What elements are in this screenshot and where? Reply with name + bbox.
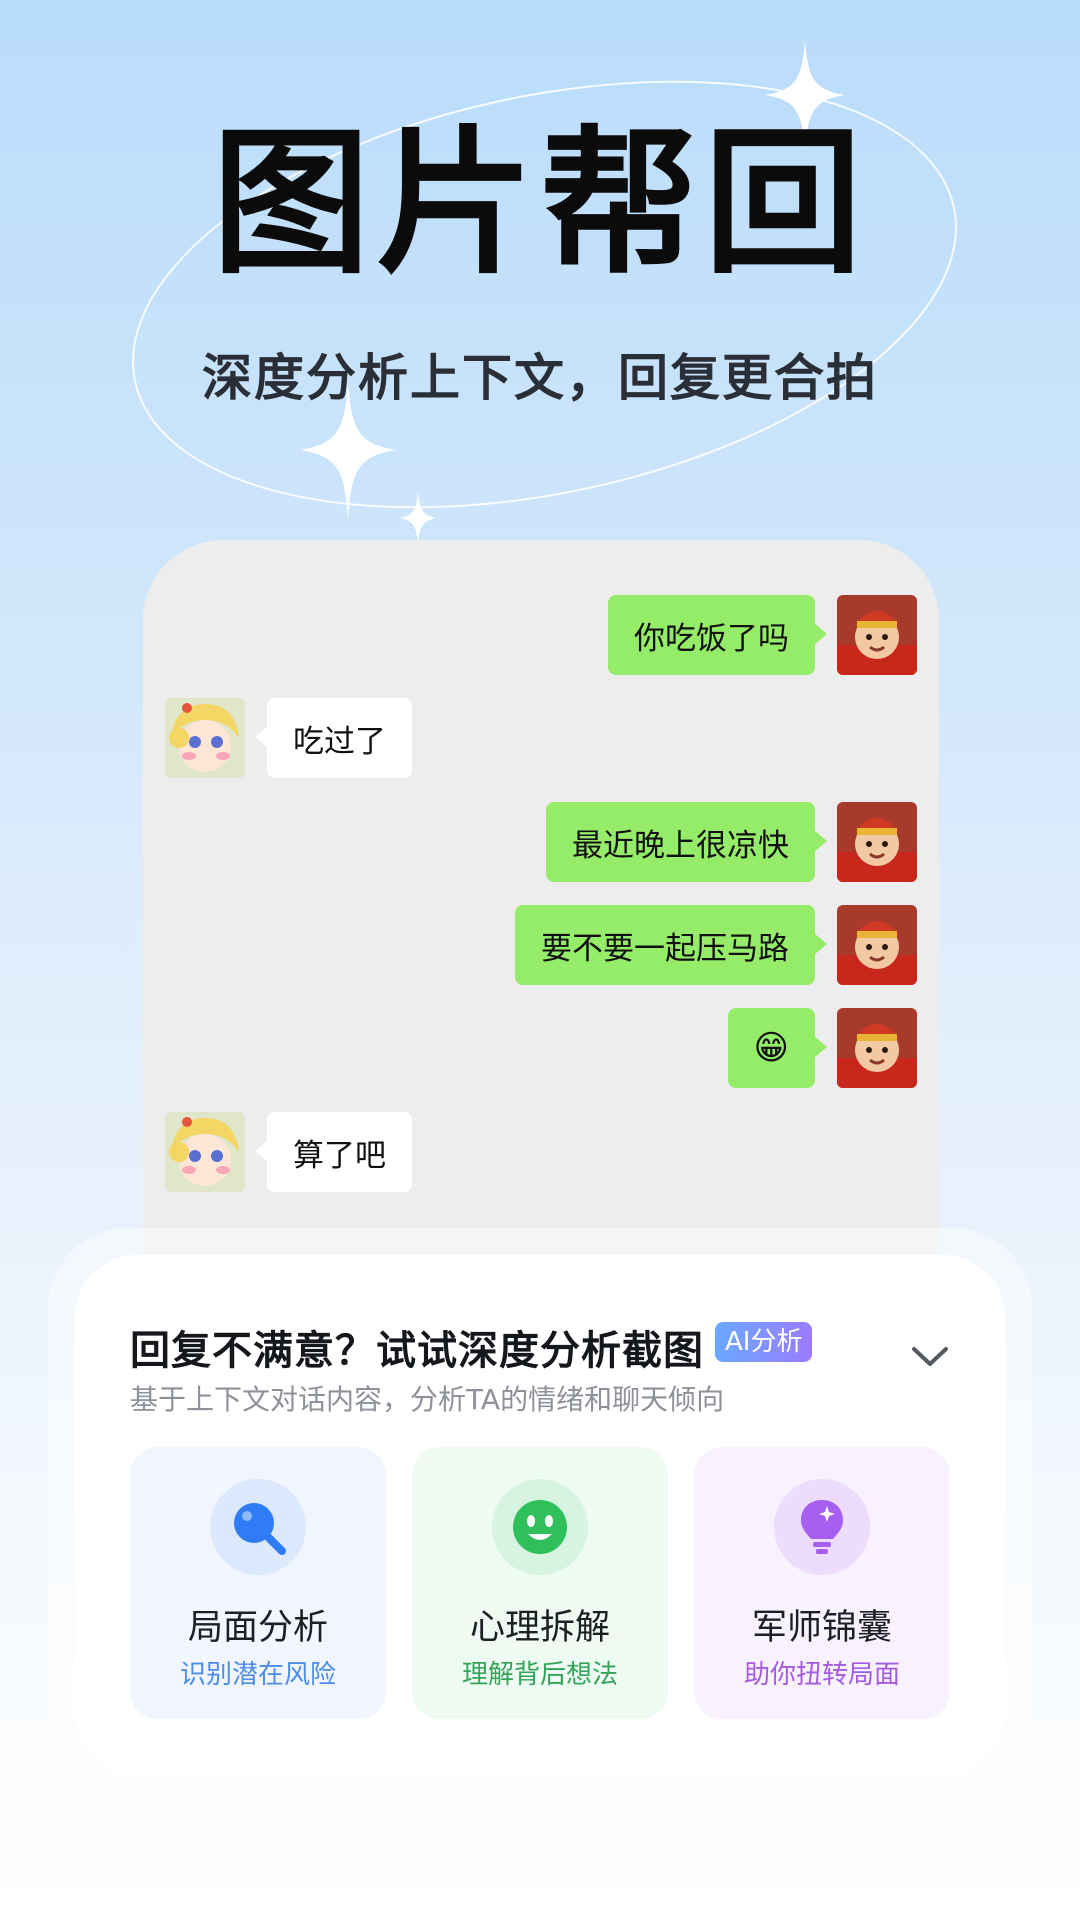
avatar-baby bbox=[837, 802, 917, 882]
chat-message-received: 吃过了 bbox=[165, 698, 412, 778]
ai-badge: AI分析 bbox=[715, 1322, 813, 1362]
smile-icon bbox=[492, 1479, 588, 1575]
feature-title: 军师锦囊 bbox=[751, 1608, 892, 1648]
chat-message-sent: 要不要一起压马路 bbox=[515, 905, 917, 985]
feature-subtitle: 理解背后想法 bbox=[461, 1660, 618, 1690]
chat-bubble-emoji: 😁 bbox=[727, 1008, 828, 1088]
chevron-down-icon[interactable] bbox=[910, 1345, 950, 1369]
feature-subtitle: 助你扭转局面 bbox=[743, 1660, 900, 1690]
avatar-baby bbox=[837, 1008, 917, 1088]
chat-bubble: 你吃饭了吗 bbox=[608, 595, 827, 675]
avatar-cartoon bbox=[165, 1112, 245, 1192]
chat-message-sent: 你吃饭了吗 bbox=[608, 595, 917, 675]
hero-title: 图片帮回 bbox=[212, 112, 868, 296]
panel-description: 基于上下文对话内容，分析TA的情绪和聊天倾向 bbox=[130, 1383, 725, 1416]
feature-title: 心理拆解 bbox=[469, 1608, 610, 1648]
avatar-cartoon bbox=[165, 698, 245, 778]
chat-message-sent: 最近晚上很凉快 bbox=[546, 802, 917, 882]
panel-title: 回复不满意？试试深度分析截图 bbox=[130, 1328, 704, 1374]
chat-bubble: 算了吧 bbox=[255, 1112, 412, 1192]
feature-advisor-tips[interactable]: 军师锦囊 助你扭转局面 bbox=[694, 1447, 950, 1719]
lightbulb-icon bbox=[774, 1479, 870, 1575]
feature-psychology-breakdown[interactable]: 心理拆解 理解背后想法 bbox=[412, 1447, 668, 1719]
avatar-baby bbox=[837, 595, 917, 675]
feature-subtitle: 识别潜在风险 bbox=[179, 1660, 336, 1690]
chat-preview: 你吃饭了吗 吃过了 最近晚上很凉快 要不要一起压马路 😁 算了吧 bbox=[143, 540, 939, 1260]
chat-bubble: 最近晚上很凉快 bbox=[546, 802, 827, 882]
search-icon bbox=[210, 1479, 306, 1575]
chat-bubble: 要不要一起压马路 bbox=[515, 905, 827, 985]
chat-bubble: 吃过了 bbox=[255, 698, 412, 778]
sparkle-icon bbox=[400, 490, 436, 546]
feature-title: 局面分析 bbox=[187, 1608, 328, 1648]
avatar-baby bbox=[837, 905, 917, 985]
chat-message-sent: 😁 bbox=[727, 1008, 917, 1088]
hero-subtitle: 深度分析上下文，回复更合拍 bbox=[202, 349, 878, 407]
chat-message-received: 算了吧 bbox=[165, 1112, 412, 1192]
feature-situation-analysis[interactable]: 局面分析 识别潜在风险 bbox=[130, 1447, 386, 1719]
